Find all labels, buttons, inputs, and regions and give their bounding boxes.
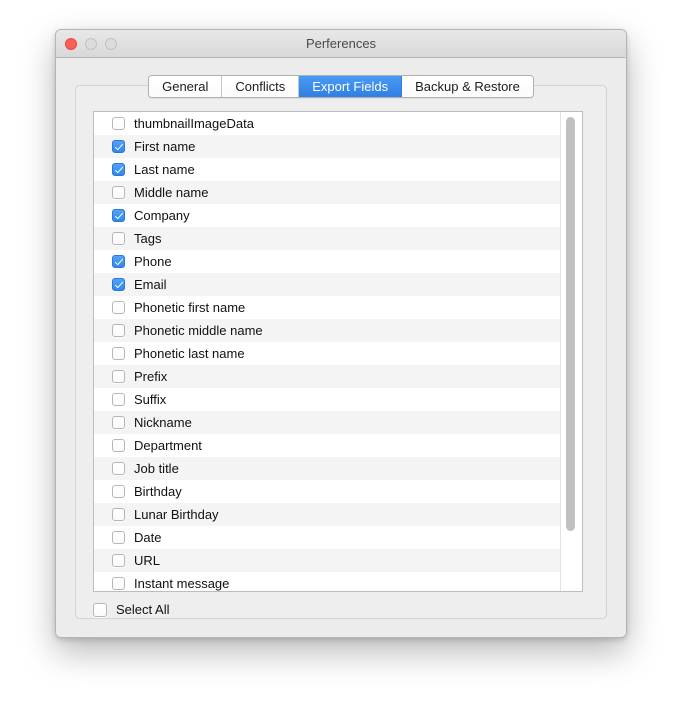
preferences-window: Perferences General Conflicts Export Fie… (55, 29, 627, 638)
field-checkbox[interactable] (112, 163, 125, 176)
field-label: Instant message (134, 576, 230, 591)
field-row[interactable]: Suffix (94, 388, 561, 411)
field-row[interactable]: Date (94, 526, 561, 549)
field-row[interactable]: Birthday (94, 480, 561, 503)
field-label: Tags (134, 231, 162, 246)
field-row[interactable]: Phonetic middle name (94, 319, 561, 342)
window-titlebar[interactable]: Perferences (56, 30, 626, 58)
field-label: Phone (134, 254, 172, 269)
field-checkbox[interactable] (112, 347, 125, 360)
select-all-row[interactable]: Select All (93, 602, 169, 617)
field-label: Phonetic first name (134, 300, 246, 315)
field-checkbox[interactable] (112, 462, 125, 475)
field-row[interactable]: URL (94, 549, 561, 572)
scrollbar-thumb[interactable] (566, 117, 575, 531)
field-checkbox[interactable] (112, 577, 125, 590)
vertical-scrollbar[interactable] (560, 112, 582, 591)
field-label: Email (134, 277, 167, 292)
field-label: Nickname (134, 415, 192, 430)
field-checkbox[interactable] (112, 485, 125, 498)
select-all-label: Select All (116, 602, 170, 617)
tab-content-panel: thumbnailImageData First name Last name Mid… (75, 85, 607, 619)
field-label: Prefix (134, 369, 168, 384)
field-label: Date (134, 530, 162, 545)
tab-bar: General Conflicts Export Fields Backup &… (56, 75, 626, 98)
field-label: Phonetic middle name (134, 323, 263, 338)
field-checkbox[interactable] (112, 416, 125, 429)
export-fields-list[interactable]: thumbnailImageData First name Last name Mid… (93, 111, 583, 592)
field-label: Company (134, 208, 190, 223)
tab-general[interactable]: General (149, 76, 223, 97)
field-row[interactable]: Last name (94, 158, 561, 181)
field-label: URL (134, 553, 161, 568)
field-row[interactable]: Job title (94, 457, 561, 480)
tab-strip: General Conflicts Export Fields Backup &… (148, 75, 534, 98)
field-checkbox[interactable] (112, 117, 125, 130)
tab-backup-restore[interactable]: Backup & Restore (402, 76, 533, 97)
field-label: Last name (134, 162, 195, 177)
field-row[interactable]: Email (94, 273, 561, 296)
field-checkbox[interactable] (112, 232, 125, 245)
field-row[interactable]: Company (94, 204, 561, 227)
field-row[interactable]: First name (94, 135, 561, 158)
field-row[interactable]: Department (94, 434, 561, 457)
select-all-checkbox[interactable] (93, 602, 107, 617)
field-label: Job title (134, 461, 179, 476)
field-row[interactable]: Lunar Birthday (94, 503, 561, 526)
field-checkbox[interactable] (112, 186, 125, 199)
field-label: Phonetic last name (134, 346, 245, 361)
field-checkbox[interactable] (112, 324, 125, 337)
field-label: Suffix (134, 392, 167, 407)
field-row[interactable]: Prefix (94, 365, 561, 388)
field-row[interactable]: Nickname (94, 411, 561, 434)
field-row[interactable]: Phonetic first name (94, 296, 561, 319)
field-checkbox[interactable] (112, 554, 125, 567)
field-label: Birthday (134, 484, 182, 499)
field-label: Middle name (134, 185, 209, 200)
field-checkbox[interactable] (112, 531, 125, 544)
tab-conflicts[interactable]: Conflicts (222, 76, 300, 97)
field-checkbox[interactable] (112, 439, 125, 452)
field-checkbox[interactable] (112, 255, 125, 268)
field-label: Department (134, 438, 202, 453)
field-label: First name (134, 139, 196, 154)
field-label: thumbnailImageData (134, 116, 254, 131)
field-checkbox[interactable] (112, 508, 125, 521)
field-checkbox[interactable] (112, 301, 125, 314)
window-title: Perferences (305, 36, 377, 51)
field-row[interactable]: Instant message (94, 572, 561, 591)
field-row[interactable]: Phonetic last name (94, 342, 561, 365)
field-row[interactable]: Tags (94, 227, 561, 250)
export-fields-rows: thumbnailImageData First name Last name Mid… (94, 112, 561, 591)
field-checkbox[interactable] (112, 393, 125, 406)
window-body: General Conflicts Export Fields Backup &… (56, 58, 626, 637)
field-checkbox[interactable] (112, 209, 125, 222)
field-checkbox[interactable] (112, 140, 125, 153)
field-row[interactable]: thumbnailImageData (94, 112, 561, 135)
field-checkbox[interactable] (112, 278, 125, 291)
desktop-background: Perferences General Conflicts Export Fie… (0, 0, 681, 721)
field-row[interactable]: Phone (94, 250, 561, 273)
field-row[interactable]: Middle name (94, 181, 561, 204)
field-label: Lunar Birthday (134, 507, 219, 522)
tab-export-fields[interactable]: Export Fields (299, 76, 403, 97)
field-checkbox[interactable] (112, 370, 125, 383)
